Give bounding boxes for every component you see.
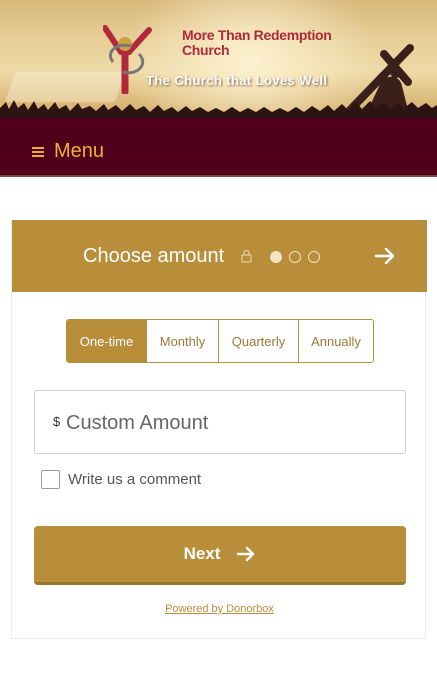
step-dot-3 xyxy=(308,251,320,263)
step-dot-1 xyxy=(270,251,282,263)
frequency-selector: One-time Monthly Quarterly Annually xyxy=(66,319,374,363)
donation-widget-header: Choose amount xyxy=(12,220,427,292)
custom-amount-input[interactable] xyxy=(66,405,396,441)
church-name-line2: Church xyxy=(182,42,230,58)
frequency-monthly-button[interactable]: Monthly xyxy=(147,320,219,362)
widget-title: Choose amount xyxy=(83,245,225,267)
comment-toggle[interactable]: Write us a comment xyxy=(41,470,201,489)
menu-label: Menu xyxy=(54,140,105,162)
amount-field: $ xyxy=(34,390,406,454)
comment-label: Write us a comment xyxy=(68,471,202,488)
lock-icon xyxy=(241,249,252,263)
arrow-right-icon xyxy=(237,546,255,562)
frequency-quarterly-button[interactable]: Quarterly xyxy=(219,320,299,362)
church-name: More Than Redemption Church xyxy=(182,28,342,58)
church-tagline: The Church that Loves Well xyxy=(146,73,328,88)
comment-checkbox[interactable] xyxy=(41,470,60,489)
next-button-label: Next xyxy=(183,544,221,563)
currency-symbol: $ xyxy=(53,414,61,429)
frequency-one-time-button[interactable]: One-time xyxy=(67,320,147,362)
step-indicator xyxy=(270,251,320,263)
donation-widget: Choose amount One-time Monthly Quarterly… xyxy=(11,220,427,639)
header-banner: More Than Redemption Church The Church t… xyxy=(0,0,437,118)
frequency-annually-button[interactable]: Annually xyxy=(299,320,373,362)
powered-by-link[interactable]: Powered by Donorbox xyxy=(12,603,427,615)
next-button[interactable]: Next xyxy=(34,526,406,585)
menu-bar: Menu xyxy=(0,118,437,177)
church-name-line1: More Than Redemption xyxy=(182,27,332,43)
hamburger-icon xyxy=(32,145,44,159)
header-next-arrow-icon[interactable] xyxy=(374,246,396,266)
step-dot-2 xyxy=(289,251,301,263)
menu-button[interactable]: Menu xyxy=(32,140,104,163)
grass-silhouette xyxy=(0,100,437,118)
